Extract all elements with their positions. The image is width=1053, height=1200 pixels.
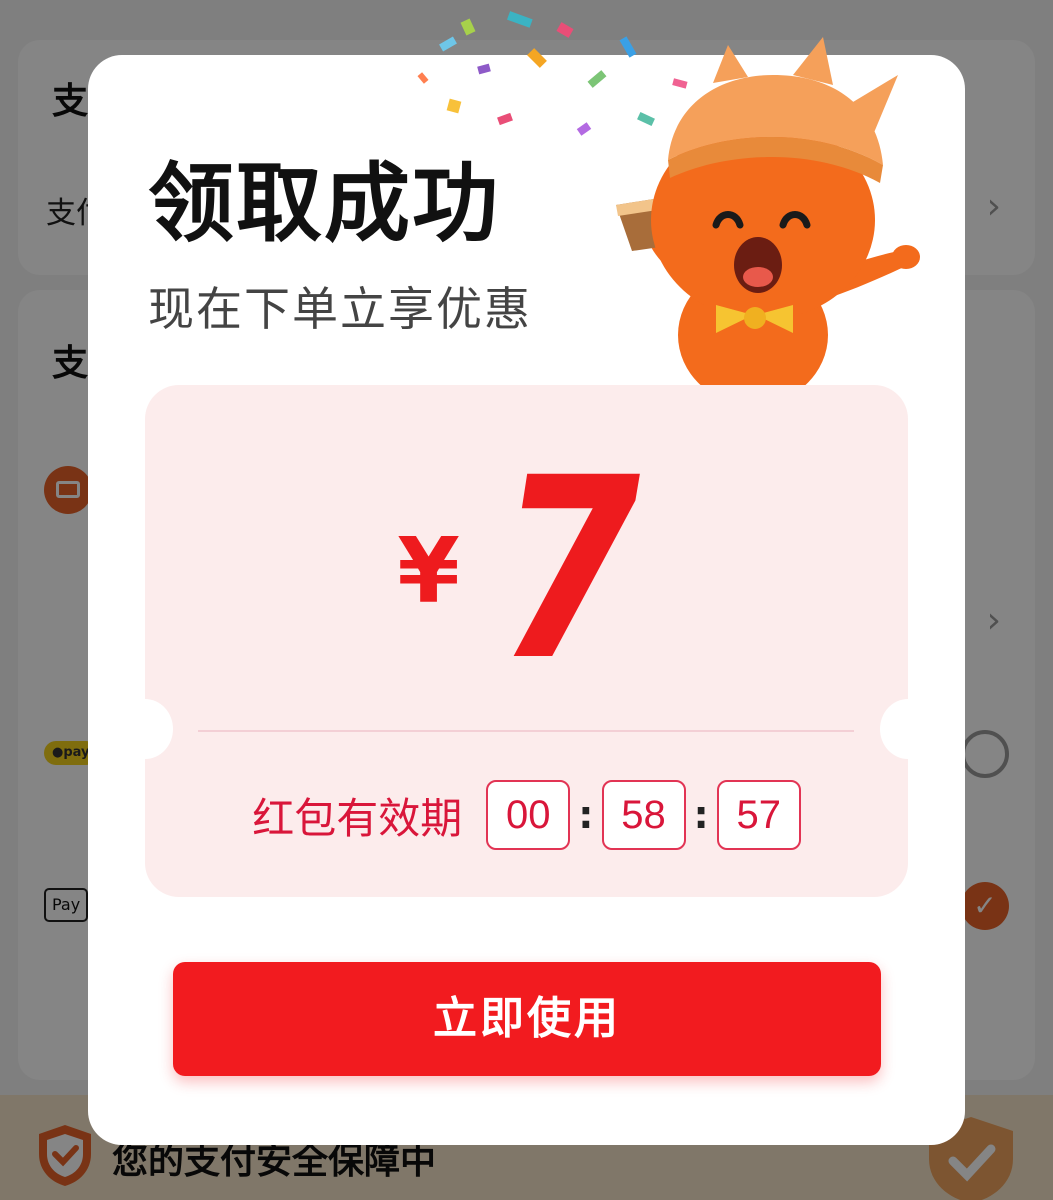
- countdown-hours: 00: [486, 780, 571, 850]
- validity-countdown: 红包有效期 00 : 58 : 57: [88, 780, 965, 850]
- coupon-success-dialog: 领取成功 现在下单立享优惠 ¥ 7 红包有效期 00 : 58 : 57 立即使…: [88, 11, 965, 1145]
- coupon-value: 7: [497, 424, 641, 715]
- countdown-seconds: 57: [716, 780, 801, 850]
- countdown-minutes: 58: [601, 780, 686, 850]
- mascot-illustration: [616, 37, 920, 385]
- ticket-notch-left: [117, 699, 173, 759]
- countdown-separator: :: [578, 793, 594, 837]
- ticket-notch-right: [880, 699, 936, 759]
- validity-label: 红包有效期: [252, 793, 463, 843]
- coupon-amount: ¥ 7: [88, 424, 965, 715]
- dialog-subtitle: 现在下单立享优惠: [148, 282, 532, 336]
- use-now-button[interactable]: 立即使用: [173, 962, 881, 1076]
- dialog-title: 领取成功: [148, 154, 500, 254]
- countdown-separator: :: [693, 793, 709, 837]
- coupon-divider: [198, 730, 854, 732]
- currency-symbol: ¥: [397, 519, 460, 624]
